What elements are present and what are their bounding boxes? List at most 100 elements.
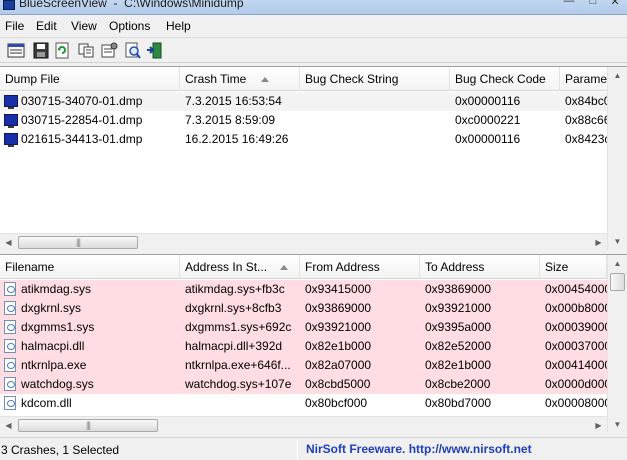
driver-size: 0x00037000 [545,339,607,353]
driver-filename: halmacpi.dll [21,339,85,353]
scrollbar-thumb[interactable]: ||| [18,236,138,249]
dump-file: 030715-34070-01.dmp [21,94,143,108]
column-crash-time[interactable]: Crash Time [180,67,300,91]
crash-time: 7.3.2015 8:59:09 [185,113,276,127]
exit-button[interactable] [146,42,164,59]
driver-file-icon [4,396,16,410]
scroll-left-icon[interactable]: ◀ [0,417,17,432]
title-bar[interactable]: BlueScreenView - C:\Windows\Minidump — □… [0,0,627,15]
status-bar: 3 Crashes, 1 Selected NirSoft Freeware. … [0,437,627,460]
column-size[interactable]: Size [540,255,607,279]
driver-row[interactable]: watchdog.sys watchdog.sys+107e 0x8cbd500… [0,375,607,394]
advanced-options-button[interactable] [100,42,118,59]
scroll-down-icon[interactable]: ▼ [608,233,627,250]
scrollbar-thumb[interactable] [610,273,625,291]
bug-check-code: 0xc0000221 [455,113,521,127]
dump-list[interactable]: Dump File Crash Time Bug Check String Bu… [0,66,627,250]
dump-row[interactable]: 030715-22854-01.dmp 7.3.2015 8:59:09 0xc… [0,111,627,130]
from-address: 0x93869000 [305,301,372,315]
bug-check-code: 0x00000116 [455,132,521,146]
maximize-button[interactable]: □ [584,0,602,7]
driver-row[interactable]: dxgmms1.sys dxgmms1.sys+692c 0x93921000 … [0,318,607,337]
driver-size: 0x00454000 [545,282,607,296]
menu-help[interactable]: Help [164,19,193,33]
scroll-down-icon[interactable]: ▼ [608,416,627,432]
driver-row[interactable]: halmacpi.dll halmacpi.dll+392d 0x82e1b00… [0,337,607,356]
refresh-button[interactable] [53,42,71,59]
column-bug-check-code[interactable]: Bug Check Code [450,67,560,91]
properties-button[interactable] [7,42,25,59]
address-in-stack: dxgmms1.sys+692c [185,320,292,334]
scroll-up-icon[interactable]: ▲ [608,255,627,272]
window-title: BlueScreenView - C:\Windows\Minidump [19,0,244,10]
save-button[interactable] [32,42,50,59]
toolbar [0,37,627,63]
scroll-right-icon[interactable]: ▶ [590,234,607,250]
scroll-left-icon[interactable]: ◀ [0,234,17,250]
bug-check-string [305,130,447,149]
properties-icon [7,43,25,58]
sort-ascending-icon [261,77,269,82]
column-bug-check-string[interactable]: Bug Check String [300,67,450,91]
status-divider [297,440,298,459]
column-address-in-stack-label: Address In St... [185,260,268,274]
driver-row[interactable]: atikmdag.sys atikmdag.sys+fb3c 0x9341500… [0,280,607,299]
driver-size: 0x00414000 [545,358,607,372]
from-address: 0x93415000 [305,282,372,296]
driver-file-icon [4,339,16,353]
bug-check-string [305,92,447,111]
driver-row[interactable]: ntkrnlpa.exe ntkrnlpa.exe+646f... 0x82a0… [0,356,607,375]
find-icon [125,42,141,59]
menu-view[interactable]: View [69,19,99,33]
driver-list-header: Filename Address In St... From Address T… [0,255,627,279]
driver-list[interactable]: Filename Address In St... From Address T… [0,254,627,432]
driver-row[interactable]: dxgkrnl.sys dxgkrnl.sys+8cfb3 0x93869000… [0,299,607,318]
dump-list-hscrollbar[interactable]: ◀ ||| ▶ [0,233,607,250]
bug-check-string [305,111,447,130]
column-filename[interactable]: Filename [0,255,180,279]
address-in-stack: ntkrnlpa.exe+646f... [185,358,291,372]
dump-list-vscrollbar[interactable]: ▲ ▼ [607,67,627,250]
driver-row[interactable]: kdcom.dll 0x80bcf000 0x80bd7000 0x000080… [0,394,607,413]
to-address: 0x82e1b000 [425,358,492,372]
driver-filename: watchdog.sys [21,377,94,391]
toolbar-separator [28,42,29,59]
driver-filename: dxgmms1.sys [21,320,95,334]
find-button[interactable] [124,42,142,59]
crash-time: 16.2.2015 16:49:26 [185,132,289,146]
status-text: 3 Crashes, 1 Selected [1,443,120,457]
address-in-stack: halmacpi.dll+392d [185,339,283,353]
close-button[interactable]: ✕ [606,0,624,8]
driver-file-icon [4,301,16,315]
dump-file: 030715-22854-01.dmp [21,113,143,127]
menu-edit[interactable]: Edit [34,19,59,33]
column-dump-file[interactable]: Dump File [0,67,180,91]
column-to-address[interactable]: To Address [420,255,540,279]
dump-row[interactable]: 030715-34070-01.dmp 7.3.2015 16:53:54 0x… [0,92,627,111]
scroll-up-icon[interactable]: ▲ [608,67,627,84]
nirsoft-link[interactable]: NirSoft Freeware. http://www.nirsoft.net [306,442,532,456]
to-address: 0x8cbe2000 [425,377,491,391]
to-address: 0x93921000 [425,301,492,315]
menu-file[interactable]: File [3,19,26,33]
from-address: 0x80bcf000 [305,396,368,410]
to-address: 0x82e52000 [425,339,492,353]
dump-file-icon [4,95,18,109]
copy-button[interactable] [77,42,95,59]
menu-options[interactable]: Options [107,19,152,33]
dump-row[interactable]: 021615-34413-01.dmp 16.2.2015 16:49:26 0… [0,130,627,149]
address-in-stack: atikmdag.sys+fb3c [185,282,285,296]
sort-ascending-icon [280,265,288,270]
scrollbar-thumb[interactable]: ||| [18,419,158,432]
driver-list-hscrollbar[interactable]: ◀ ||| ▶ [0,416,607,432]
dump-file-icon [4,133,18,147]
to-address: 0x9395a000 [425,320,492,334]
bluescreenview-window: BlueScreenView - C:\Windows\Minidump — □… [0,0,627,460]
column-from-address[interactable]: From Address [300,255,420,279]
minimize-button[interactable]: — [560,0,578,7]
from-address: 0x82e1b000 [305,339,372,353]
crash-time: 7.3.2015 16:53:54 [185,94,282,108]
from-address: 0x82a07000 [305,358,372,372]
driver-list-vscrollbar[interactable]: ▲ ▼ [607,255,627,432]
scroll-right-icon[interactable]: ▶ [590,417,607,432]
